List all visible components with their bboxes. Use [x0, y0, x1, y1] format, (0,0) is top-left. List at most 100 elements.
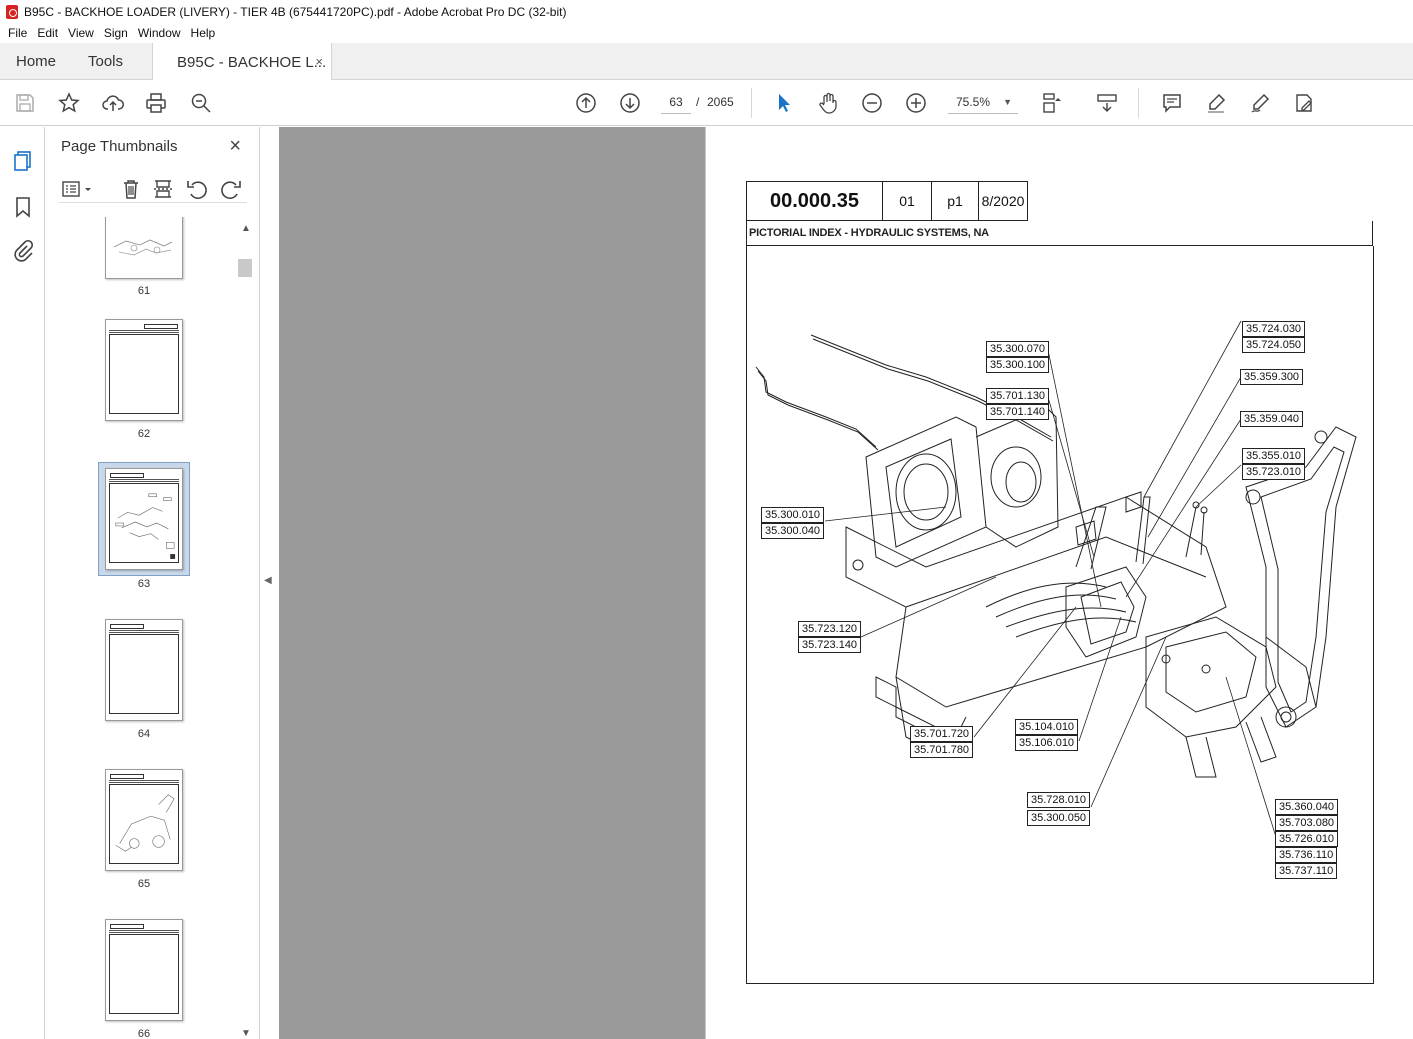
- scroll-up-icon[interactable]: ▲: [241, 223, 251, 234]
- thumbnail-label: 65: [137, 878, 151, 890]
- thumbnail-label: 66: [137, 1028, 151, 1039]
- thumbnail-toolbar: [59, 175, 247, 203]
- callout-part-number[interactable]: 35.737.110: [1275, 863, 1338, 879]
- thumbnail-page[interactable]: [105, 769, 183, 871]
- window-title: B95C - BACKHOE LOADER (LIVERY) - TIER 4B…: [24, 4, 567, 19]
- thumbnail-page[interactable]: [105, 919, 183, 1021]
- callout-part-number[interactable]: 35.300.100: [986, 357, 1050, 373]
- tab-close-icon[interactable]: ×: [315, 54, 323, 69]
- callout-part-number[interactable]: 35.104.010: [1015, 719, 1079, 735]
- toolbar-divider: [751, 88, 752, 118]
- callout-part-number[interactable]: 35.300.010: [761, 507, 825, 523]
- document-code: 00.000.35: [746, 181, 882, 221]
- page-thumbnails-panel: Page Thumbnails × 61 62 63 64 65 66 ▲ ▼: [45, 127, 260, 1039]
- menu-sign[interactable]: Sign: [100, 26, 132, 40]
- panel-title: Page Thumbnails: [61, 138, 178, 155]
- extract-page-icon[interactable]: [151, 177, 175, 201]
- menu-window[interactable]: Window: [134, 26, 185, 40]
- page-number-input[interactable]: 63: [661, 90, 691, 114]
- thumbnail-label: 62: [137, 428, 151, 440]
- fill-sign-icon[interactable]: [1248, 91, 1272, 115]
- upload-cloud-icon[interactable]: [101, 91, 125, 115]
- page-header-table: 00.000.35 01 p1 8/2020: [746, 181, 1028, 221]
- page-ref: p1: [931, 181, 978, 221]
- callout-part-number[interactable]: 35.359.300: [1240, 369, 1304, 385]
- page-separator: /: [696, 95, 700, 109]
- menu-bar: File Edit View Sign Window Help: [0, 23, 1413, 43]
- thumbnail-list: 61 62 63 64 65 66: [45, 217, 237, 1039]
- callout-part-number[interactable]: 35.360.040: [1275, 799, 1339, 815]
- comment-icon[interactable]: [1160, 91, 1184, 115]
- thumbnail-page[interactable]: [105, 319, 183, 421]
- menu-file[interactable]: File: [4, 26, 31, 40]
- callout-part-number[interactable]: 35.701.780: [910, 742, 974, 758]
- title-bar: B95C - BACKHOE LOADER (LIVERY) - TIER 4B…: [0, 0, 1413, 23]
- tab-tools[interactable]: Tools: [88, 43, 123, 80]
- callout-part-number[interactable]: 35.728.010: [1027, 792, 1091, 808]
- callout-part-number[interactable]: 35.736.110: [1275, 847, 1338, 863]
- menu-help[interactable]: Help: [187, 26, 220, 40]
- page-fit-icon[interactable]: [1040, 91, 1064, 115]
- scroll-down-icon[interactable]: ▼: [241, 1028, 251, 1039]
- callout-part-number[interactable]: 35.726.010: [1275, 831, 1339, 847]
- save-icon[interactable]: [13, 91, 37, 115]
- callout-part-number[interactable]: 35.300.070: [986, 341, 1050, 357]
- tab-document[interactable]: B95C - BACKHOE L... ×: [152, 43, 332, 81]
- zoom-level-select[interactable]: 75.5% ▼: [948, 90, 1018, 114]
- hand-tool-icon[interactable]: [816, 91, 840, 115]
- callout-part-number[interactable]: 35.355.010: [1242, 448, 1306, 464]
- next-page-icon[interactable]: [618, 91, 642, 115]
- tab-document-label: B95C - BACKHOE L...: [177, 53, 327, 71]
- tab-bar: Home Tools B95C - BACKHOE L... ×: [0, 43, 1413, 81]
- select-cursor-icon[interactable]: [772, 91, 796, 115]
- main-toolbar: 63 / 2065 75.5% ▼: [0, 80, 1413, 126]
- rotate-right-icon[interactable]: [219, 177, 243, 201]
- thumbnail-options-icon[interactable]: [61, 177, 95, 201]
- thumbnail-page[interactable]: [105, 619, 183, 721]
- callout-part-number[interactable]: 35.701.130: [986, 388, 1050, 404]
- callout-part-number[interactable]: 35.724.050: [1242, 337, 1306, 353]
- menu-view[interactable]: View: [64, 26, 98, 40]
- callout-part-number[interactable]: 35.723.140: [798, 637, 862, 653]
- find-zoom-icon[interactable]: [189, 91, 213, 115]
- callout-part-number[interactable]: 35.701.720: [910, 726, 974, 742]
- total-pages: 2065: [707, 95, 734, 109]
- menu-edit[interactable]: Edit: [33, 26, 62, 40]
- bookmark-star-icon[interactable]: [57, 91, 81, 115]
- highlight-pen-icon[interactable]: [1204, 91, 1228, 115]
- zoom-out-icon[interactable]: [860, 91, 884, 115]
- pdf-page: 00.000.35 01 p1 8/2020 PICTORIAL INDEX -…: [705, 127, 1413, 1039]
- attachments-paperclip-icon[interactable]: [11, 239, 35, 263]
- zoom-in-icon[interactable]: [904, 91, 928, 115]
- rotate-left-icon[interactable]: [185, 177, 209, 201]
- callout-part-number[interactable]: 35.724.030: [1242, 321, 1306, 337]
- callout-part-number[interactable]: 35.701.140: [986, 404, 1050, 420]
- callout-part-number[interactable]: 35.300.050: [1027, 810, 1091, 826]
- page-thumbnails-icon[interactable]: [11, 149, 35, 173]
- scroll-mode-icon[interactable]: [1095, 91, 1119, 115]
- callout-part-number[interactable]: 35.723.010: [1242, 464, 1306, 480]
- thumbnail-scrollbar[interactable]: ▲ ▼: [237, 217, 255, 1039]
- print-icon[interactable]: [144, 91, 168, 115]
- revision: 01: [882, 181, 931, 221]
- close-icon[interactable]: ×: [229, 135, 241, 158]
- collapse-panel-icon[interactable]: ◀: [264, 575, 272, 586]
- tab-home[interactable]: Home: [16, 43, 56, 80]
- callout-part-number[interactable]: 35.359.040: [1240, 411, 1304, 427]
- zoom-level-value: 75.5%: [956, 95, 991, 109]
- toolbar-divider: [1138, 88, 1139, 118]
- edit-pdf-icon[interactable]: [1292, 91, 1316, 115]
- callout-part-number[interactable]: 35.723.120: [798, 621, 862, 637]
- callout-part-number[interactable]: 35.106.010: [1015, 735, 1079, 751]
- previous-page-icon[interactable]: [574, 91, 598, 115]
- date: 8/2020: [978, 181, 1028, 221]
- thumbnail-page[interactable]: [105, 217, 183, 279]
- acrobat-app-icon: [6, 4, 18, 19]
- callout-part-number[interactable]: 35.703.080: [1275, 815, 1339, 831]
- thumbnail-label: 61: [137, 285, 151, 297]
- scrollbar-thumb[interactable]: [238, 259, 252, 277]
- bookmarks-icon[interactable]: [11, 195, 35, 219]
- thumbnail-page-selected[interactable]: [105, 468, 183, 570]
- delete-page-icon[interactable]: [119, 177, 143, 201]
- callout-part-number[interactable]: 35.300.040: [761, 523, 825, 539]
